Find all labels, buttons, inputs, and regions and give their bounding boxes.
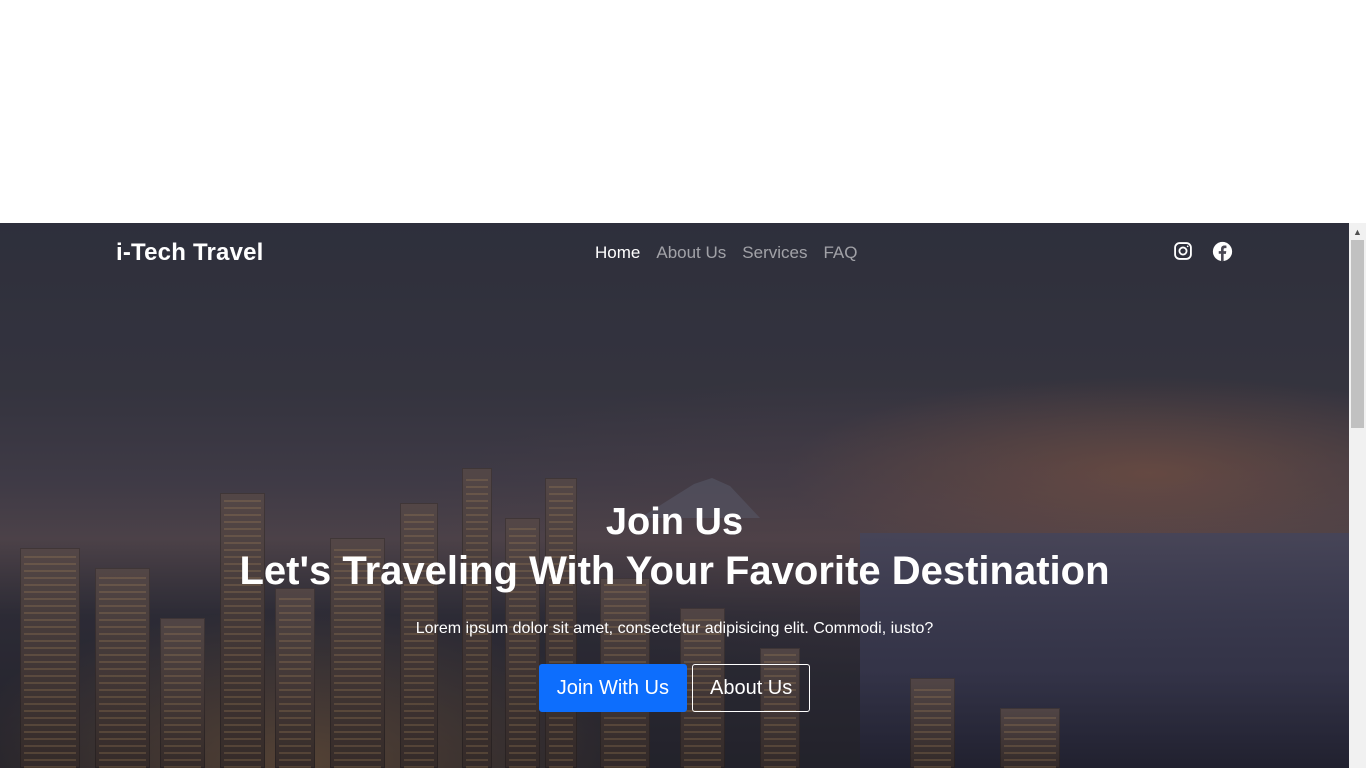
hero-buttons: Join With Us About Us	[0, 664, 1349, 712]
nav-link-services[interactable]: Services	[742, 243, 807, 263]
join-with-us-button[interactable]: Join With Us	[538, 664, 687, 712]
scrollbar-thumb[interactable]	[1351, 240, 1364, 428]
hero-title-line1: Join Us	[605, 501, 744, 543]
page-scrollbar[interactable]: ▲	[1349, 223, 1366, 768]
nav-link-faq[interactable]: FAQ	[823, 243, 857, 263]
nav-link-about-us[interactable]: About Us	[656, 243, 726, 263]
top-navbar: i-Tech Travel Home About Us Services FAQ	[0, 223, 1349, 285]
scroll-up-arrow-icon[interactable]: ▲	[1349, 223, 1366, 240]
social-links	[1173, 241, 1233, 262]
hero-content: Join Us Let's Traveling With Your Favori…	[0, 498, 1349, 712]
page-top-blank-area	[0, 0, 1366, 223]
instagram-icon[interactable]	[1173, 241, 1193, 262]
nav-links: Home About Us Services FAQ	[595, 243, 858, 263]
brand-logo[interactable]: i-Tech Travel	[116, 239, 264, 267]
about-us-button[interactable]: About Us	[691, 664, 811, 712]
nav-link-home[interactable]: Home	[595, 243, 640, 263]
facebook-icon[interactable]	[1212, 241, 1233, 262]
hero-title-line2: Let's Traveling With Your Favorite Desti…	[239, 549, 1110, 593]
hero-subtitle: Lorem ipsum dolor sit amet, consectetur …	[415, 620, 934, 637]
hero-section: i-Tech Travel Home About Us Services FAQ	[0, 223, 1349, 768]
